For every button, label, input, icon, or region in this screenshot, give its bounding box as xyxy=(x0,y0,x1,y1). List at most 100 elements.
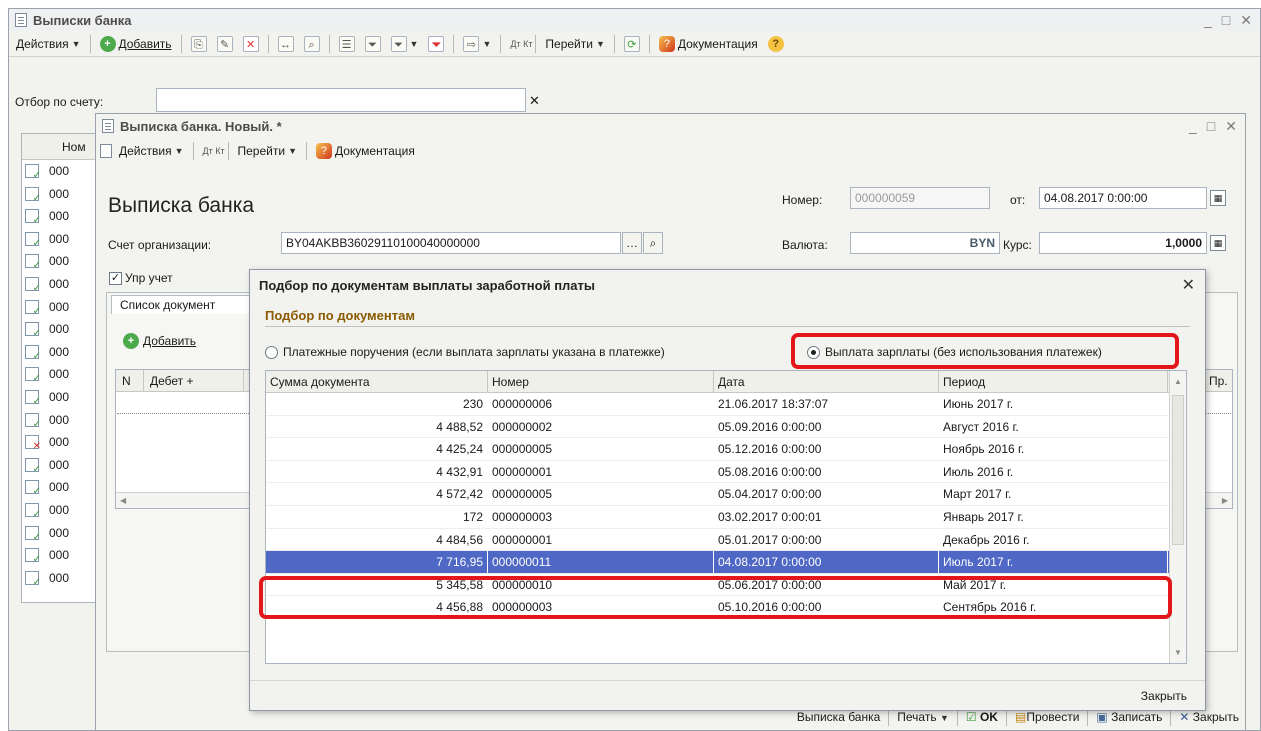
list-row-number[interactable]: 000 xyxy=(49,232,69,246)
doc-actions-label: Действия xyxy=(119,144,172,158)
ok-button[interactable]: ☑ OK xyxy=(966,710,998,724)
posted-doc-icon xyxy=(25,457,41,475)
tab-documents-list[interactable]: Список документ xyxy=(111,295,251,314)
calculator-icon[interactable]: ▦ xyxy=(1210,235,1226,251)
find-button[interactable]: ⌕ xyxy=(301,34,323,54)
cell-period: Июль 2017 г. xyxy=(939,551,1168,573)
list-row-number[interactable]: 000 xyxy=(49,209,69,223)
list-row-number[interactable]: 000 xyxy=(49,435,69,449)
grid-vscroll[interactable]: ▲ ▼ xyxy=(1169,371,1186,663)
list-row-number[interactable]: 000 xyxy=(49,254,69,268)
close-icon[interactable]: ✕ xyxy=(1225,118,1237,135)
scroll-down-icon[interactable]: ▼ xyxy=(1170,644,1186,661)
scroll-up-icon[interactable]: ▲ xyxy=(1170,373,1186,390)
refresh-button[interactable]: ⟳ xyxy=(621,34,643,54)
rate-field[interactable]: 1,0000 xyxy=(1039,232,1207,254)
mgmt-checkbox[interactable]: ✓ Упр учет xyxy=(109,271,173,285)
maximize-icon[interactable]: □ xyxy=(1222,12,1230,29)
document-title: Выписка банка. Новый. * xyxy=(120,118,282,134)
list-row-number[interactable]: 000 xyxy=(49,187,69,201)
col-date[interactable]: Дата xyxy=(714,371,939,392)
account-field[interactable]: BY04AKBB36029110100040000000 xyxy=(281,232,621,254)
doc-goto-menu[interactable]: Перейти ▼ xyxy=(235,141,300,161)
save-icon: ▣ xyxy=(1096,710,1108,724)
help-button[interactable]: ? xyxy=(765,34,787,54)
edit-button[interactable]: ✎ xyxy=(214,34,236,54)
doc-actions-menu[interactable]: Действия ▼ xyxy=(116,141,187,161)
list-row-number[interactable]: 000 xyxy=(49,345,69,359)
filter-off-button[interactable]: ⏷ xyxy=(425,34,447,54)
grid-row[interactable]: 4 425,24 000000005 05.12.2016 0:00:00 Ноябр… xyxy=(266,438,1186,461)
create-based-button[interactable]: ⇨ ▼ xyxy=(460,34,494,54)
grid-row-selected[interactable]: 7 716,95 000000011 04.08.2017 0:00:00 Июль … xyxy=(266,551,1186,574)
dialog-footer: Закрыть xyxy=(250,680,1205,710)
close-icon[interactable]: ✕ xyxy=(1240,12,1252,29)
filter-value-button[interactable]: ⏷ xyxy=(362,34,384,54)
dialog-close-button[interactable]: Закрыть xyxy=(1141,689,1187,703)
doc-close-button[interactable]: ✕ Закрыть xyxy=(1179,710,1239,724)
list-row-number[interactable]: 000 xyxy=(49,526,69,540)
scroll-left-icon[interactable]: ◀ xyxy=(120,493,126,508)
account-search-icon[interactable]: ⌕ xyxy=(643,232,663,254)
calendar-icon[interactable]: ▦ xyxy=(1210,190,1226,206)
list-row-number[interactable]: 000 xyxy=(49,503,69,517)
currency-label: Валюта: xyxy=(782,238,828,252)
col-number[interactable]: Номер xyxy=(488,371,714,392)
doc-dt-kt-button[interactable]: Дт Кт xyxy=(200,141,225,161)
filter-history-button[interactable]: ⏷ ▼ xyxy=(388,34,422,54)
account-select-button[interactable]: … xyxy=(622,232,642,254)
scroll-right-icon[interactable]: ▶ xyxy=(1222,493,1228,508)
documentation-button[interactable]: ? Документация xyxy=(656,34,761,54)
print-menu[interactable]: Печать ▼ xyxy=(897,710,949,724)
list-row-number[interactable]: 000 xyxy=(49,164,69,178)
grid-row[interactable]: 172 000000003 03.02.2017 0:00:01 Январь 201… xyxy=(266,506,1186,529)
list-row-number[interactable]: 000 xyxy=(49,548,69,562)
col-sum[interactable]: Сумма документа xyxy=(266,371,488,392)
interval-button[interactable]: ↔ xyxy=(275,34,297,54)
toolbar-separator xyxy=(648,34,650,53)
col-period[interactable]: Период xyxy=(939,371,1168,392)
grid-row[interactable]: 4 488,52 000000002 05.09.2016 0:00:00 Авгус… xyxy=(266,416,1186,439)
radio-payment-orders[interactable]: Платежные поручения (если выплата зарпла… xyxy=(265,345,665,359)
list-row-number[interactable]: 000 xyxy=(49,322,69,336)
list-row-number[interactable]: 000 xyxy=(49,300,69,314)
number-field[interactable]: 000000059 xyxy=(850,187,990,209)
post-button[interactable]: ▤Провести xyxy=(1015,710,1079,724)
filter-input[interactable] xyxy=(156,88,526,112)
list-row-number[interactable]: 000 xyxy=(49,367,69,381)
currency-field[interactable]: BYN xyxy=(850,232,1000,254)
clear-filter-icon[interactable]: ✕ xyxy=(529,93,540,109)
posted-doc-icon xyxy=(25,344,41,362)
dt-kt-button[interactable]: Дт Кт xyxy=(507,34,532,54)
doc-documentation-button[interactable]: ? Документация xyxy=(313,141,418,161)
posted-doc-icon xyxy=(25,548,41,565)
date-field[interactable]: 04.08.2017 0:00:00 xyxy=(1039,187,1207,209)
list-row-number[interactable]: 000 xyxy=(49,390,69,404)
save-button[interactable]: ▣ Записать xyxy=(1096,710,1162,724)
actions-menu[interactable]: Действия ▼ xyxy=(13,34,84,54)
scroll-thumb[interactable] xyxy=(1172,395,1184,545)
documentation-icon: ? xyxy=(658,35,675,52)
list-row-number[interactable]: 000 xyxy=(49,458,69,472)
bank-statements-title: Выписки банка xyxy=(33,12,132,28)
filter-set-button[interactable]: ☰ xyxy=(336,34,358,54)
minimize-icon[interactable]: _ xyxy=(1189,118,1197,135)
list-row-number[interactable]: 000 xyxy=(49,571,69,585)
maximize-icon[interactable]: □ xyxy=(1207,118,1215,135)
grid-row[interactable]: 4 572,42 000000005 05.04.2017 0:00:00 Март … xyxy=(266,483,1186,506)
add-button[interactable]: + Добавить xyxy=(97,34,175,54)
tab-add-button[interactable]: + Добавить xyxy=(123,333,196,349)
list-row-number[interactable]: 000 xyxy=(49,413,69,427)
delete-button[interactable]: ✕ xyxy=(240,34,262,54)
grid-row[interactable]: 4 432,91 000000001 05.08.2016 0:00:00 Июль … xyxy=(266,461,1186,484)
list-row-number[interactable]: 000 xyxy=(49,277,69,291)
print-form-button[interactable]: Выписка банка xyxy=(797,710,880,724)
list-row-number[interactable]: 000 xyxy=(49,480,69,494)
minimize-icon[interactable]: _ xyxy=(1204,12,1212,29)
dialog-close-icon[interactable]: ✕ xyxy=(1182,275,1195,295)
chevron-down-icon: ▼ xyxy=(288,146,297,156)
goto-menu[interactable]: Перейти ▼ xyxy=(542,34,607,54)
copy-button[interactable]: ⎘ xyxy=(188,34,210,54)
grid-row[interactable]: 4 484,56 000000001 05.01.2017 0:00:00 Декаб… xyxy=(266,529,1186,552)
grid-row[interactable]: 230 000000006 21.06.2017 18:37:07 Июнь 2017… xyxy=(266,393,1186,416)
